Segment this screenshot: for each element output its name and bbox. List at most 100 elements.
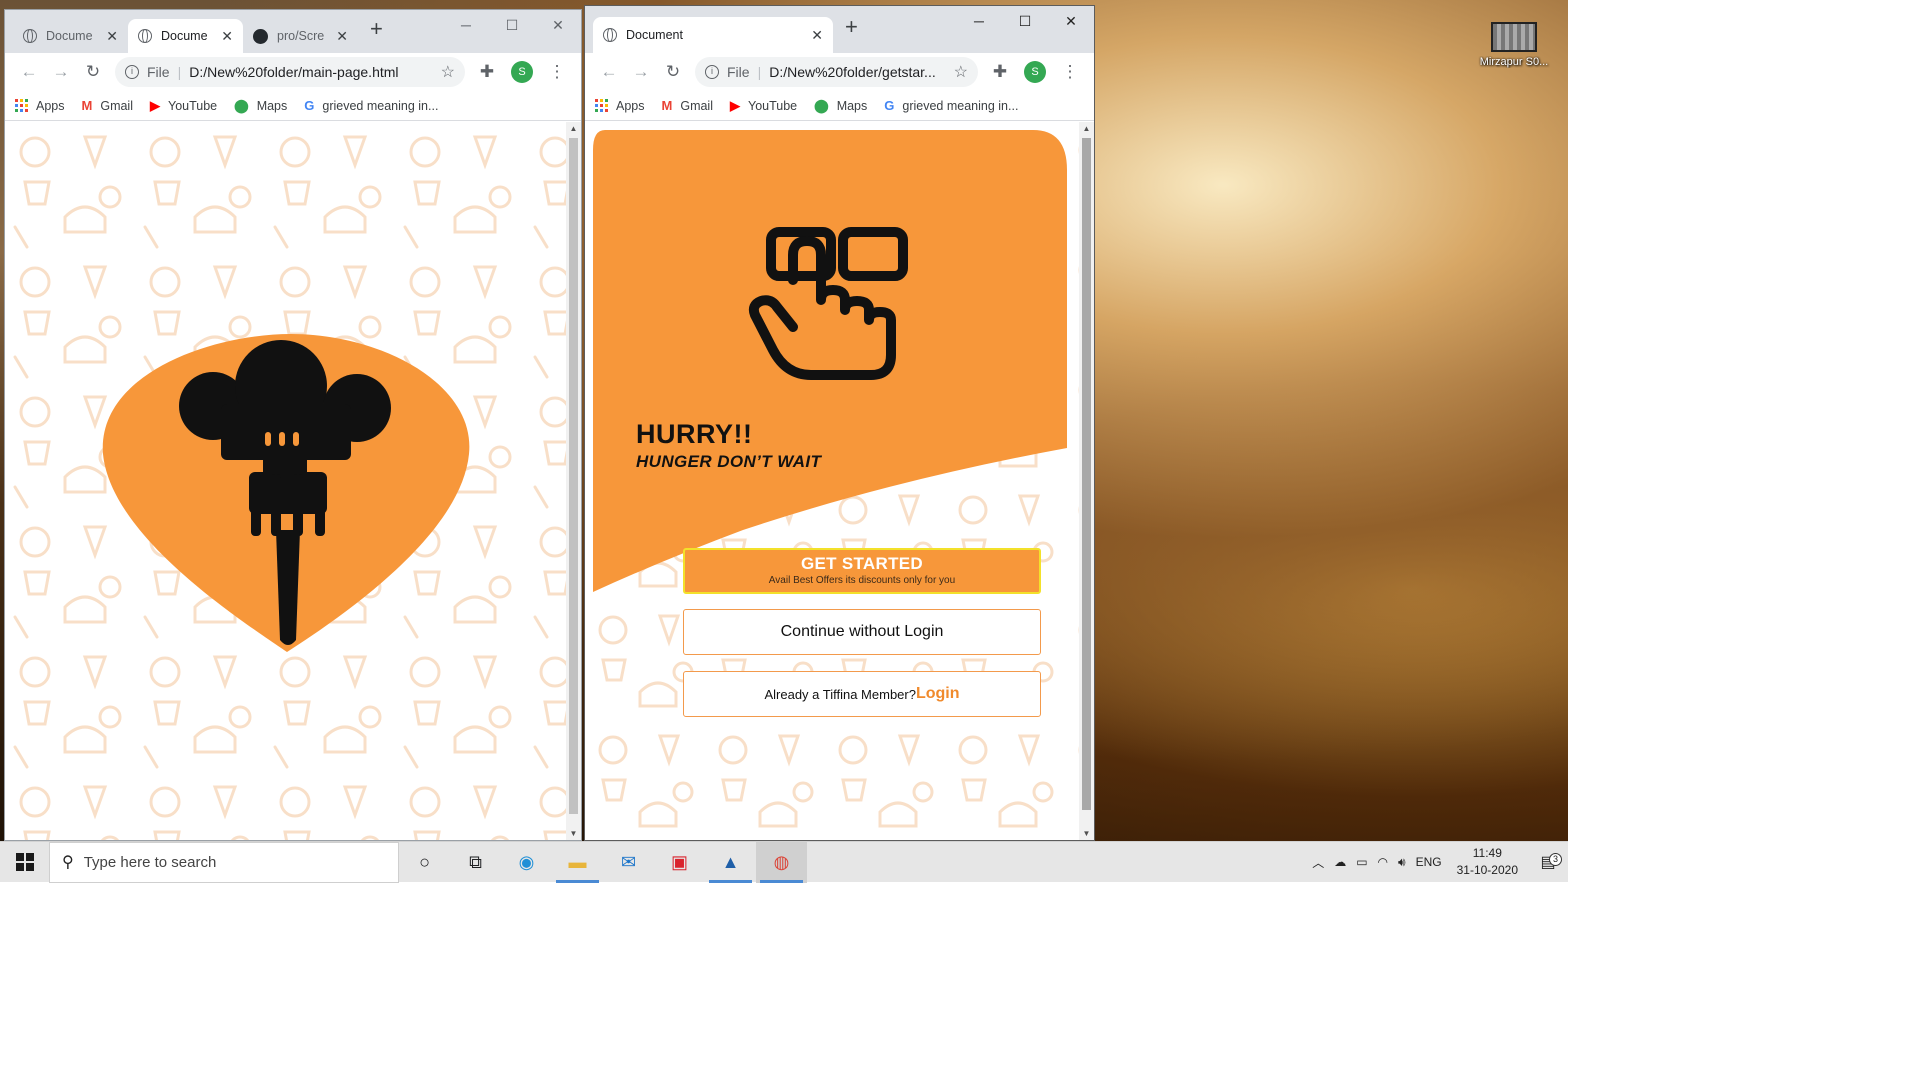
bookmark-star-icon[interactable]: ☆ — [946, 62, 968, 82]
continue-without-login-button[interactable]: Continue without Login — [683, 609, 1041, 655]
close-window-button[interactable]: ✕ — [535, 10, 581, 40]
bookmark-label: Maps — [256, 98, 288, 113]
browser-toolbar: ← → ↻ i File | D:/New%20folder/main-page… — [5, 53, 581, 91]
chef-fork-logo — [102, 334, 470, 652]
scroll-up-arrow-icon[interactable]: ▲ — [566, 124, 581, 133]
profile-avatar[interactable]: S — [511, 61, 533, 83]
folder-icon: ▬ — [568, 851, 587, 872]
close-tab-icon[interactable]: ✕ — [328, 28, 348, 45]
gift-box-icon: ▣ — [670, 851, 688, 872]
taskbar-photos[interactable]: ▲ — [705, 842, 756, 883]
show-hidden-icons-chevron-icon[interactable]: ︿ — [1307, 854, 1329, 871]
forward-arrow-icon[interactable]: → — [45, 62, 77, 82]
clock[interactable]: 11:49 31-10-2020 — [1447, 845, 1528, 879]
bookmarks-bar: Apps M Gmail ▶ YouTube ⬤ Maps Ggrieved mean… — [5, 91, 581, 121]
close-window-button[interactable]: ✕ — [1048, 6, 1094, 36]
maximize-button[interactable]: ☐ — [1002, 6, 1048, 36]
more-menu-icon[interactable]: ⋮ — [1054, 62, 1086, 82]
address-bar[interactable]: i File | D:/New%20folder/getstar... ☆ — [695, 57, 978, 87]
new-tab-button[interactable]: + — [833, 14, 870, 46]
info-icon[interactable]: i — [705, 65, 719, 79]
vertical-scrollbar[interactable]: ▲ ▼ — [1079, 122, 1094, 840]
desktop-video-file-icon[interactable]: Mirzapur S0... — [1478, 22, 1550, 68]
taskbar-gift-app[interactable]: ▣ — [654, 842, 705, 883]
taskbar-file-explorer[interactable]: ▬ — [552, 842, 603, 883]
action-center-button[interactable]: ▤ 3 — [1528, 852, 1568, 872]
start-button[interactable] — [0, 842, 49, 883]
battery-icon[interactable]: ▭ — [1351, 855, 1372, 869]
login-link[interactable]: Login — [916, 685, 960, 703]
photos-icon: ▲ — [721, 851, 740, 872]
tagline-hunger: HUNGER DON’T WAIT — [636, 452, 822, 471]
google-g-icon: G — [884, 98, 895, 113]
minimize-button[interactable]: ─ — [956, 6, 1002, 36]
language-indicator[interactable]: ENG — [1411, 855, 1447, 869]
taskbar-mail[interactable]: ✉ — [603, 842, 654, 883]
bookmark-youtube[interactable]: ▶ YouTube — [150, 98, 217, 114]
url-text: D:/New%20folder/main-page.html — [189, 64, 399, 80]
maps-pin-icon: ⬤ — [234, 97, 249, 113]
bookmark-gmail[interactable]: M Gmail — [662, 98, 714, 113]
extensions-puzzle-icon[interactable]: ✚ — [984, 62, 1016, 82]
scrollbar-thumb[interactable] — [1082, 138, 1091, 810]
github-icon — [253, 28, 268, 44]
extensions-puzzle-icon[interactable]: ✚ — [471, 62, 503, 82]
video-thumbnail-icon — [1491, 22, 1537, 52]
back-arrow-icon[interactable]: ← — [13, 62, 45, 82]
minimize-button[interactable]: ─ — [443, 10, 489, 40]
desktop-icon-label: Mirzapur S0... — [1479, 56, 1549, 68]
scroll-down-arrow-icon[interactable]: ▼ — [566, 829, 581, 838]
globe-icon — [23, 29, 37, 43]
close-tab-icon[interactable]: ✕ — [803, 27, 823, 44]
bookmark-label: grieved meaning in... — [322, 98, 439, 113]
bookmark-youtube[interactable]: ▶ YouTube — [730, 98, 797, 114]
vertical-scrollbar[interactable]: ▲ ▼ — [566, 122, 581, 840]
bookmark-star-icon[interactable]: ☆ — [433, 62, 455, 82]
bookmark-maps[interactable]: ⬤ Maps — [234, 98, 287, 114]
taskbar-chrome[interactable]: ◍ — [756, 841, 807, 883]
bookmark-apps[interactable]: Apps — [595, 99, 645, 113]
window-controls: ─ ☐ ✕ — [956, 6, 1094, 36]
info-icon[interactable]: i — [125, 65, 139, 79]
bookmark-apps[interactable]: Apps — [15, 99, 65, 113]
onedrive-cloud-icon[interactable]: ☁ — [1329, 855, 1351, 869]
scrollbar-thumb[interactable] — [569, 138, 578, 814]
new-tab-button[interactable]: + — [358, 16, 395, 48]
tab-strip: Document ✕ + ─ ☐ ✕ — [585, 6, 1094, 53]
close-tab-icon[interactable]: ✕ — [213, 28, 233, 45]
scroll-down-arrow-icon[interactable]: ▼ — [1079, 829, 1094, 838]
wifi-icon[interactable]: ◠ — [1373, 855, 1393, 869]
bookmark-gmail[interactable]: M Gmail — [82, 98, 134, 113]
bookmarks-bar: Apps M Gmail ▶ YouTube ⬤ Maps Ggrieved mean… — [585, 91, 1094, 121]
forward-arrow-icon[interactable]: → — [625, 62, 657, 82]
address-bar[interactable]: i File | D:/New%20folder/main-page.html … — [115, 57, 465, 87]
tab-document-1[interactable]: Docume ✕ — [13, 19, 128, 53]
tab-github[interactable]: pro/Scre ✕ — [243, 19, 358, 53]
scroll-up-arrow-icon[interactable]: ▲ — [1079, 124, 1094, 133]
task-view-button[interactable]: ⧉ — [450, 842, 501, 883]
youtube-icon: ▶ — [150, 97, 160, 113]
tab-document[interactable]: Document ✕ — [593, 17, 833, 53]
bookmark-maps[interactable]: ⬤ Maps — [814, 98, 867, 114]
task-view-icon: ⧉ — [469, 851, 482, 872]
bookmark-label: grieved meaning in... — [902, 98, 1019, 113]
gmail-icon: M — [81, 98, 93, 113]
chrome-icon: ◍ — [773, 851, 790, 872]
speaker-volume-icon[interactable]: 🔊︎ — [1393, 855, 1411, 870]
tab-document-2[interactable]: Docume ✕ — [128, 19, 243, 53]
more-menu-icon[interactable]: ⋮ — [541, 62, 573, 82]
reload-icon[interactable]: ↻ — [77, 62, 109, 82]
taskbar-edge[interactable]: ◉ — [501, 842, 552, 883]
cortana-button[interactable]: ○ — [399, 842, 450, 883]
url-scheme-label: File — [147, 64, 170, 80]
taskbar-search-box[interactable]: ⚲ Type here to search — [49, 841, 399, 883]
bookmark-label: Apps — [616, 98, 645, 113]
profile-avatar[interactable]: S — [1024, 61, 1046, 83]
bookmark-google-search[interactable]: Ggrieved meaning in... — [304, 98, 438, 113]
reload-icon[interactable]: ↻ — [657, 62, 689, 82]
back-arrow-icon[interactable]: ← — [593, 62, 625, 82]
bookmark-google-search[interactable]: Ggrieved meaning in... — [884, 98, 1018, 113]
close-tab-icon[interactable]: ✕ — [98, 28, 118, 45]
get-started-button[interactable]: GET STARTED Avail Best Offers its discou… — [683, 548, 1041, 594]
maximize-button[interactable]: ☐ — [489, 10, 535, 40]
